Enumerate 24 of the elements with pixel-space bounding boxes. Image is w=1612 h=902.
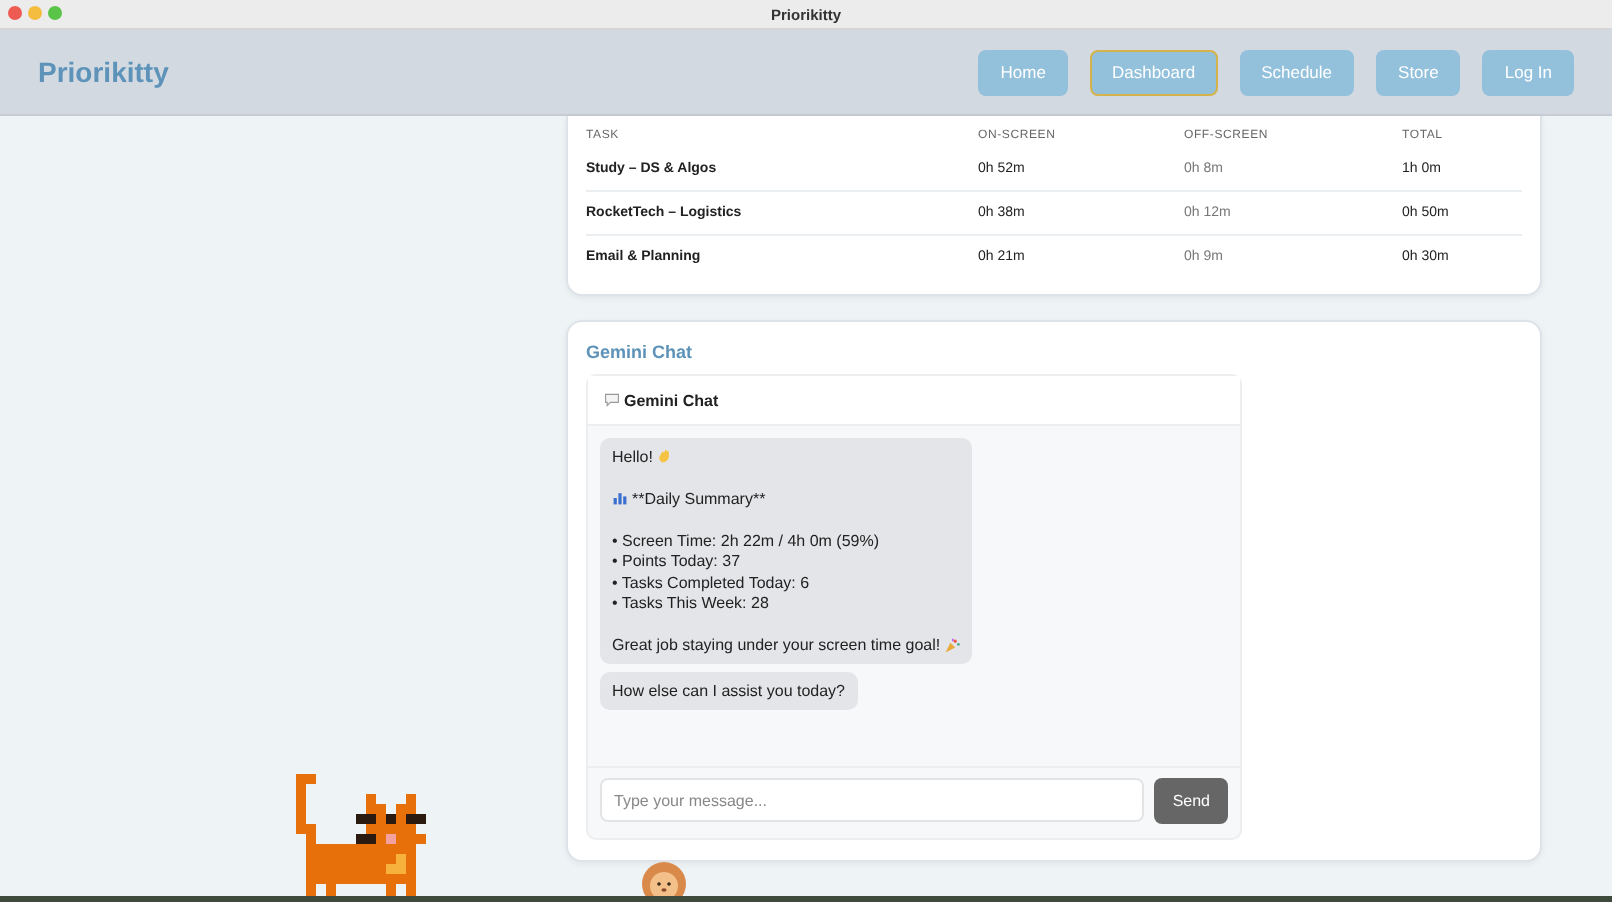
message-text: **Daily Summary**: [632, 489, 766, 508]
message-text: How else can I assist you today?: [612, 681, 846, 700]
message-text: Great job staying under your screen time goal!: [612, 636, 941, 655]
nav-button[interactable]: Store: [1376, 49, 1461, 95]
party-popper-icon: [944, 637, 961, 654]
message-text: • Tasks Completed Today: 6: [612, 573, 810, 592]
send-button[interactable]: Send: [1154, 778, 1228, 824]
chat-title: Gemini Chat: [624, 391, 719, 409]
message-text: • Screen Time: 2h 22m / 4h 0m (59%): [612, 531, 880, 550]
message-text: • Points Today: 37: [612, 552, 741, 571]
minimize-window-button[interactable]: [28, 6, 42, 20]
section-title: Gemini Chat: [586, 342, 695, 362]
nav-button[interactable]: Home: [978, 49, 1068, 95]
nav-button[interactable]: Log In: [1482, 49, 1574, 95]
nav-button[interactable]: Dashboard: [1089, 49, 1218, 95]
close-window-button[interactable]: [8, 6, 22, 20]
zoom-window-button[interactable]: [48, 6, 62, 20]
bar-chart-icon: [612, 490, 628, 507]
message-text: • Tasks This Week: 28: [612, 594, 769, 613]
message-input-field[interactable]: Type your message...: [600, 778, 1145, 822]
nav-button[interactable]: Schedule: [1239, 49, 1355, 95]
message-text: Hello!: [612, 447, 653, 466]
brand-title: Priorikitty: [38, 56, 169, 88]
speech-bubble-icon: [604, 392, 620, 408]
